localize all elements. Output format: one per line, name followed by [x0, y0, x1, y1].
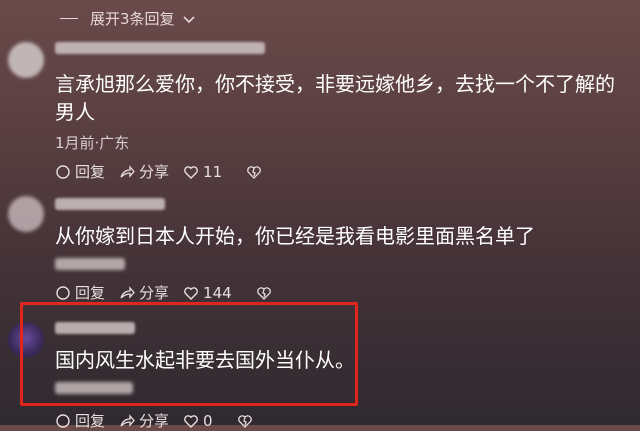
- avatar[interactable]: [8, 42, 44, 78]
- reply-button[interactable]: 回复: [55, 410, 105, 431]
- comment-actions: 回复 分享 11: [55, 161, 262, 182]
- reply-icon: [56, 413, 70, 428]
- like-count: 0: [203, 411, 213, 430]
- share-label: 分享: [139, 284, 170, 302]
- username[interactable]: [55, 198, 165, 210]
- expand-replies[interactable]: 展开3条回复: [60, 8, 197, 29]
- comment-actions: 回复 分享 144: [55, 282, 272, 303]
- expand-replies-label: 展开3条回复: [90, 10, 175, 28]
- dislike-icon[interactable]: [246, 164, 262, 180]
- share-button[interactable]: 分享: [119, 282, 169, 303]
- divider-line: [60, 18, 78, 19]
- comment-actions: 回复 分享 0: [55, 410, 253, 431]
- comment-meta: [55, 258, 125, 270]
- reply-label: 回复: [75, 163, 106, 181]
- share-label: 分享: [139, 412, 170, 430]
- share-button[interactable]: 分享: [119, 161, 169, 182]
- highlight-box: [20, 302, 358, 406]
- username[interactable]: [55, 42, 265, 54]
- dislike-icon[interactable]: [237, 413, 253, 429]
- reply-button[interactable]: 回复: [55, 282, 105, 303]
- like-count: 11: [203, 162, 223, 181]
- share-icon: [120, 164, 135, 178]
- like-button[interactable]: 144: [183, 284, 232, 302]
- heart-icon: [184, 165, 198, 179]
- comment-meta: 1月前·广东: [55, 134, 130, 152]
- reply-icon: [56, 285, 70, 300]
- comment-text: 言承旭那么爱你，你不接受，非要远嫁他乡，去找一个不了解的男人: [55, 72, 615, 124]
- reply-icon: [56, 164, 70, 179]
- like-button[interactable]: 11: [183, 163, 222, 181]
- comment-text: 从你嫁到日本人开始，你已经是我看电影里面黑名单了: [55, 224, 535, 248]
- share-icon: [120, 285, 135, 299]
- avatar[interactable]: [8, 196, 44, 232]
- chevron-down-icon: [182, 15, 195, 23]
- share-label: 分享: [139, 163, 170, 181]
- heart-icon: [184, 286, 198, 300]
- dislike-icon[interactable]: [256, 285, 272, 301]
- share-button[interactable]: 分享: [119, 410, 169, 431]
- reply-label: 回复: [75, 412, 106, 430]
- like-button[interactable]: 0: [183, 412, 213, 430]
- heart-icon: [184, 414, 198, 428]
- reply-button[interactable]: 回复: [55, 161, 105, 182]
- like-count: 144: [203, 283, 232, 302]
- share-icon: [120, 413, 135, 427]
- reply-label: 回复: [75, 284, 106, 302]
